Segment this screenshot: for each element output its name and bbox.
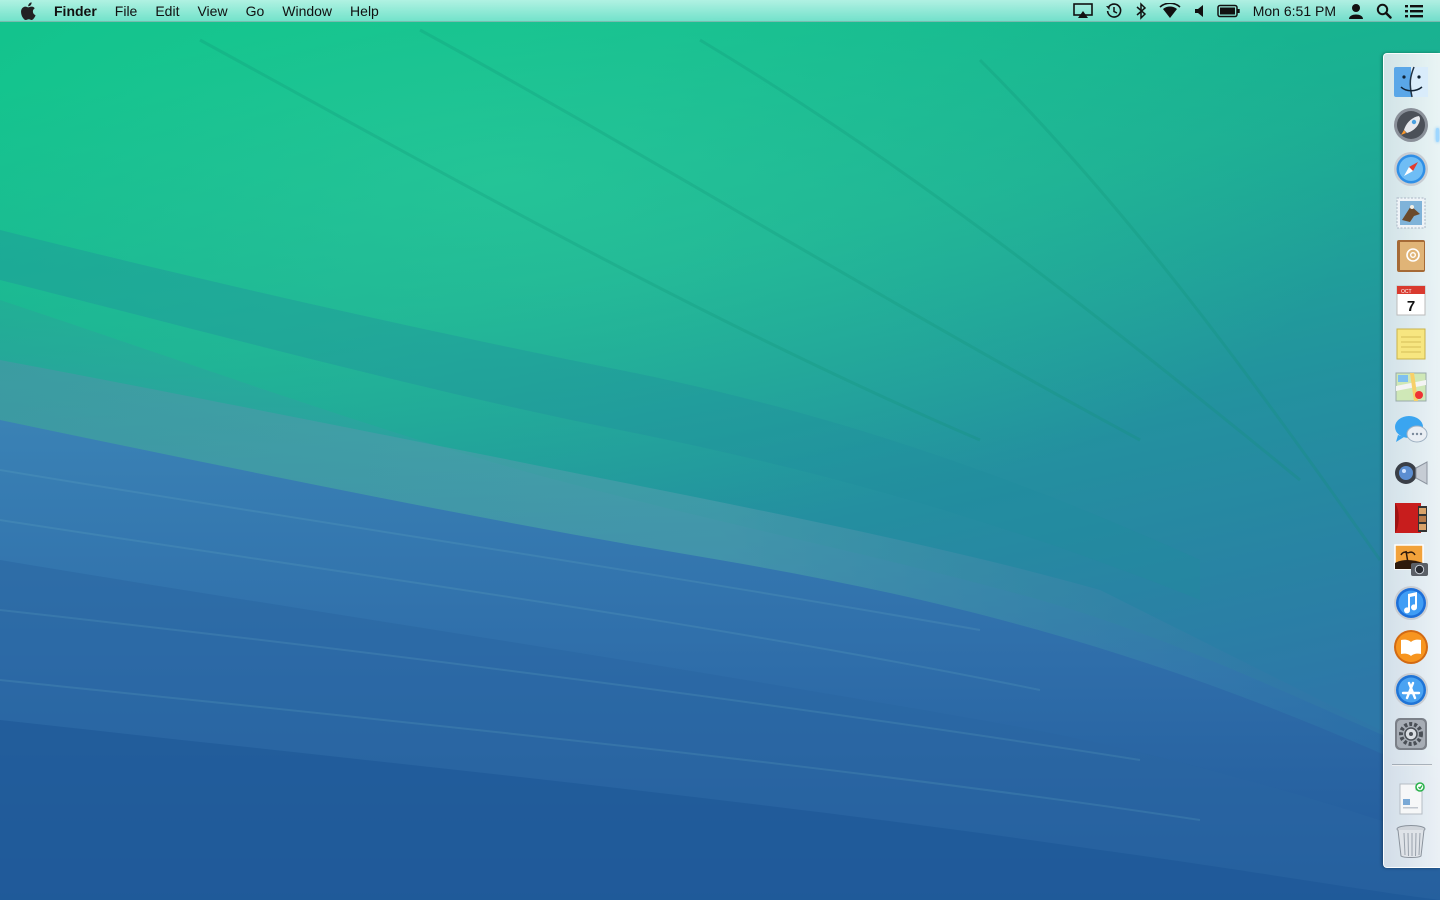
- photo-booth-icon: [1395, 503, 1427, 533]
- dock-iphoto[interactable]: [1390, 539, 1432, 581]
- menu-edit[interactable]: Edit: [146, 0, 188, 22]
- wifi-icon[interactable]: [1159, 0, 1181, 22]
- contacts-book-icon: [1397, 240, 1425, 272]
- launchpad-rocket-icon: [1394, 108, 1428, 142]
- calendar-month: OCT: [1401, 289, 1412, 295]
- downloads-stack-icon: [1399, 782, 1425, 815]
- dock-app-store[interactable]: [1390, 669, 1432, 711]
- dock-photo-booth[interactable]: [1390, 496, 1432, 538]
- dock-facetime[interactable]: [1390, 452, 1432, 494]
- app-store-icon: [1394, 673, 1428, 707]
- user-icon[interactable]: [1348, 0, 1364, 22]
- menu-view[interactable]: View: [188, 0, 236, 22]
- menu-go[interactable]: Go: [237, 0, 274, 22]
- menu-bar: Finder File Edit View Go Window Help Mon…: [0, 0, 1440, 22]
- dock-calendar[interactable]: OCT 7: [1390, 279, 1432, 321]
- dock-separator: [1392, 764, 1432, 766]
- menu-bar-clock[interactable]: Mon 6:51 PM: [1247, 0, 1342, 22]
- finder-icon: [1394, 66, 1428, 98]
- desktop[interactable]: Finder File Edit View Go Window Help Mon…: [0, 0, 1440, 900]
- bluetooth-icon[interactable]: [1135, 0, 1147, 22]
- mail-stamp-icon: [1396, 197, 1426, 229]
- facetime-camera-icon: [1395, 461, 1428, 485]
- notification-center-icon[interactable]: [1404, 0, 1424, 22]
- notes-icon: [1396, 328, 1426, 360]
- battery-icon[interactable]: [1216, 0, 1241, 22]
- dock: OCT 7: [1383, 53, 1440, 868]
- dock-trash[interactable]: [1390, 820, 1432, 862]
- dock-mail[interactable]: [1390, 192, 1432, 234]
- menu-app-name[interactable]: Finder: [52, 0, 106, 22]
- messages-bubble-icon: [1395, 416, 1428, 443]
- menu-window[interactable]: Window: [273, 0, 341, 22]
- menu-help[interactable]: Help: [341, 0, 388, 22]
- dock-contacts[interactable]: [1390, 235, 1432, 277]
- dock-system-preferences[interactable]: [1390, 713, 1432, 755]
- dock-launchpad[interactable]: [1390, 104, 1432, 146]
- dock-ibooks[interactable]: [1390, 626, 1432, 668]
- dock-downloads[interactable]: [1390, 777, 1432, 819]
- ibooks-icon: [1394, 630, 1428, 664]
- apple-icon[interactable]: [18, 0, 38, 22]
- dock-safari[interactable]: [1390, 148, 1432, 190]
- menu-bar-left: Finder File Edit View Go Window Help: [0, 0, 388, 22]
- calendar-icon: OCT 7: [1396, 285, 1426, 316]
- spotlight-search-icon[interactable]: [1376, 0, 1392, 22]
- iphoto-icon: [1394, 544, 1428, 576]
- dock-maps[interactable]: [1390, 366, 1432, 408]
- dock-finder[interactable]: [1390, 61, 1432, 103]
- system-preferences-gear-icon: [1395, 718, 1427, 750]
- dock-notes[interactable]: [1390, 323, 1432, 365]
- menu-bar-extras: Mon 6:51 PM: [1067, 0, 1440, 22]
- trash-icon: [1396, 825, 1426, 858]
- airplay-icon[interactable]: [1072, 0, 1093, 22]
- maps-icon: [1395, 372, 1427, 402]
- menu-file[interactable]: File: [106, 0, 147, 22]
- safari-compass-icon: [1394, 152, 1428, 186]
- itunes-note-icon: [1394, 586, 1428, 620]
- dock-itunes[interactable]: [1390, 582, 1432, 624]
- time-machine-icon[interactable]: [1105, 0, 1123, 22]
- calendar-day: 7: [1407, 298, 1415, 315]
- dock-messages[interactable]: [1390, 409, 1432, 451]
- desktop-wallpaper: [0, 0, 1440, 900]
- volume-icon[interactable]: [1193, 0, 1205, 22]
- finder-running-indicator: [1436, 128, 1439, 142]
